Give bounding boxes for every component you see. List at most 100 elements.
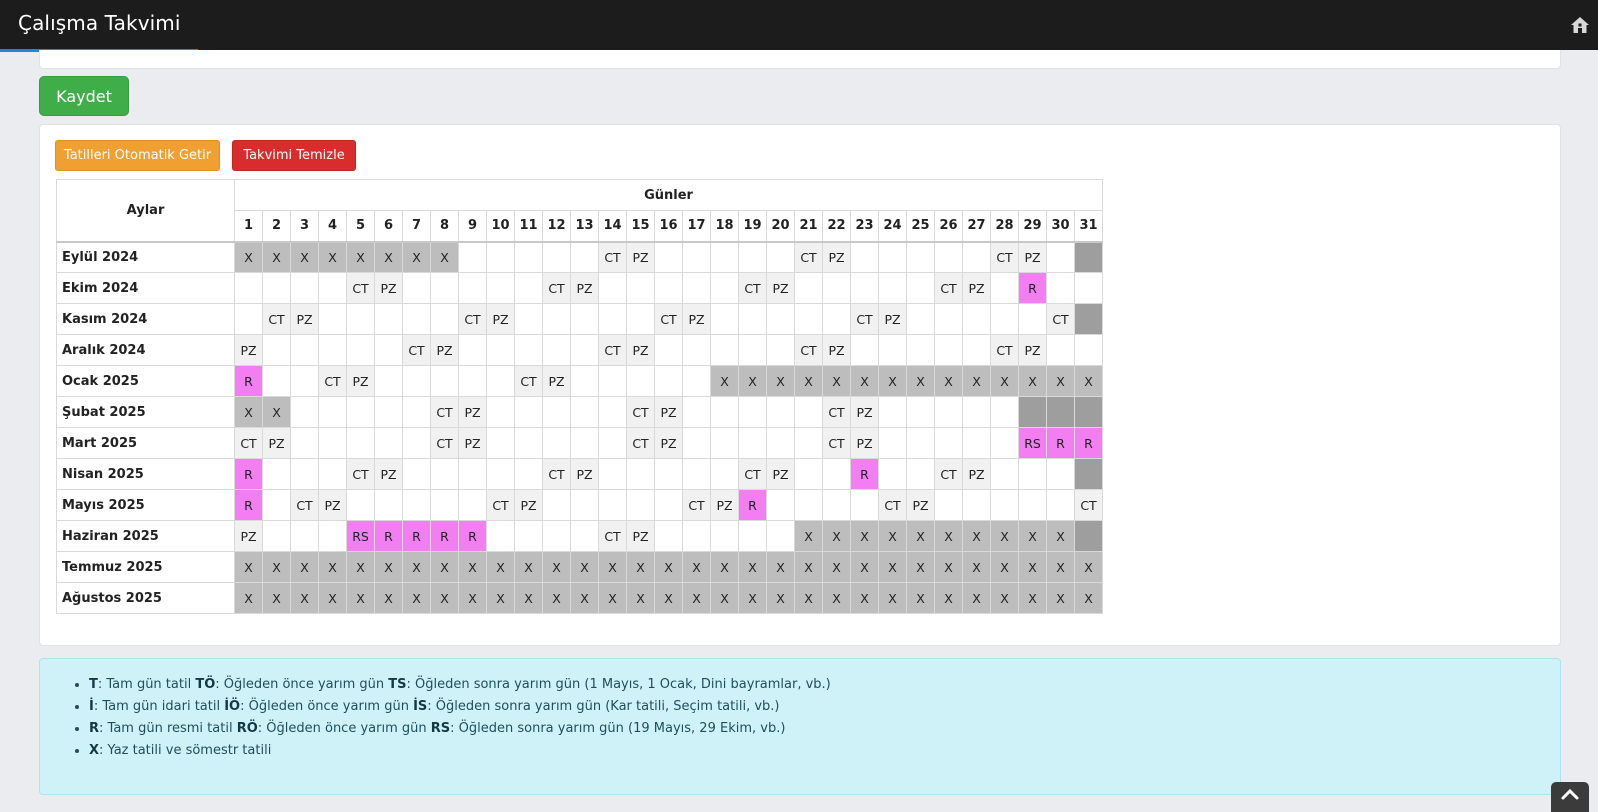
day-cell[interactable] — [878, 334, 907, 366]
day-cell[interactable] — [682, 272, 711, 304]
day-cell[interactable] — [710, 458, 739, 490]
day-cell[interactable] — [1046, 334, 1075, 366]
day-cell[interactable]: PZ — [962, 272, 991, 304]
day-cell[interactable]: CT — [514, 365, 543, 397]
day-cell[interactable] — [514, 303, 543, 335]
day-cell[interactable] — [794, 458, 823, 490]
day-cell[interactable]: X — [626, 582, 655, 614]
day-cell[interactable] — [654, 458, 683, 490]
day-cell[interactable]: X — [906, 551, 935, 583]
day-cell[interactable] — [766, 334, 795, 366]
day-cell[interactable]: PZ — [430, 334, 459, 366]
day-cell[interactable] — [514, 240, 543, 273]
day-cell[interactable] — [738, 334, 767, 366]
day-cell[interactable]: X — [1018, 520, 1047, 552]
day-cell[interactable]: CT — [542, 272, 571, 304]
day-cell[interactable]: X — [346, 240, 375, 273]
day-cell[interactable]: X — [822, 365, 851, 397]
day-cell[interactable] — [738, 427, 767, 459]
day-cell[interactable]: CT — [822, 427, 851, 459]
day-cell[interactable] — [430, 272, 459, 304]
day-cell[interactable] — [878, 396, 907, 428]
day-cell[interactable] — [962, 427, 991, 459]
day-cell[interactable]: CT — [1046, 303, 1075, 335]
day-cell[interactable] — [934, 334, 963, 366]
day-cell[interactable] — [906, 334, 935, 366]
day-cell[interactable] — [486, 427, 515, 459]
day-cell[interactable] — [962, 334, 991, 366]
day-cell[interactable]: R — [1046, 427, 1075, 459]
day-cell[interactable] — [906, 396, 935, 428]
day-cell[interactable] — [458, 272, 487, 304]
day-cell[interactable]: X — [346, 582, 375, 614]
day-cell[interactable] — [1046, 272, 1075, 304]
day-cell[interactable] — [262, 334, 291, 366]
day-cell[interactable]: PZ — [850, 396, 879, 428]
day-cell[interactable] — [794, 427, 823, 459]
day-cell[interactable] — [962, 489, 991, 521]
day-cell[interactable]: X — [934, 520, 963, 552]
day-cell[interactable]: X — [990, 551, 1019, 583]
day-cell[interactable] — [962, 303, 991, 335]
day-cell[interactable] — [570, 489, 599, 521]
day-cell[interactable]: X — [794, 551, 823, 583]
day-cell[interactable]: X — [794, 582, 823, 614]
day-cell[interactable] — [990, 489, 1019, 521]
day-cell[interactable]: X — [542, 551, 571, 583]
day-cell[interactable] — [598, 458, 627, 490]
day-cell[interactable] — [570, 365, 599, 397]
day-cell[interactable] — [710, 272, 739, 304]
day-cell[interactable]: X — [234, 551, 263, 583]
day-cell[interactable] — [906, 240, 935, 273]
day-cell[interactable]: X — [710, 582, 739, 614]
day-cell[interactable]: X — [262, 551, 291, 583]
day-cell[interactable] — [458, 458, 487, 490]
day-cell[interactable] — [262, 489, 291, 521]
day-cell[interactable]: X — [962, 365, 991, 397]
day-cell[interactable]: PZ — [458, 396, 487, 428]
day-cell[interactable]: X — [458, 582, 487, 614]
day-cell[interactable]: PZ — [878, 303, 907, 335]
day-cell[interactable] — [654, 520, 683, 552]
day-cell[interactable]: X — [1046, 551, 1075, 583]
day-cell[interactable]: X — [262, 582, 291, 614]
day-cell[interactable]: X — [486, 582, 515, 614]
day-cell[interactable]: X — [990, 582, 1019, 614]
day-cell[interactable] — [822, 303, 851, 335]
day-cell[interactable]: CT — [878, 489, 907, 521]
day-cell[interactable] — [990, 272, 1019, 304]
day-cell[interactable] — [486, 334, 515, 366]
day-cell[interactable] — [766, 303, 795, 335]
day-cell[interactable] — [710, 303, 739, 335]
day-cell[interactable]: PZ — [1018, 334, 1047, 366]
day-cell[interactable] — [1074, 334, 1103, 366]
day-cell[interactable]: PZ — [766, 272, 795, 304]
day-cell[interactable]: X — [878, 365, 907, 397]
day-cell[interactable] — [290, 272, 319, 304]
day-cell[interactable] — [598, 489, 627, 521]
day-cell[interactable]: X — [570, 582, 599, 614]
day-cell[interactable] — [654, 240, 683, 273]
day-cell[interactable]: PZ — [822, 240, 851, 273]
day-cell[interactable] — [430, 365, 459, 397]
day-cell[interactable] — [962, 396, 991, 428]
day-cell[interactable]: X — [458, 551, 487, 583]
day-cell[interactable] — [430, 303, 459, 335]
day-cell[interactable]: PZ — [262, 427, 291, 459]
auto-holidays-button[interactable]: Tatilleri Otomatik Getir — [55, 140, 220, 171]
day-cell[interactable]: R — [234, 365, 263, 397]
day-cell[interactable]: X — [822, 582, 851, 614]
day-cell[interactable] — [906, 458, 935, 490]
day-cell[interactable] — [822, 489, 851, 521]
day-cell[interactable]: X — [290, 582, 319, 614]
day-cell[interactable] — [598, 365, 627, 397]
day-cell[interactable]: PZ — [1018, 240, 1047, 273]
day-cell[interactable]: PZ — [290, 303, 319, 335]
day-cell[interactable]: R — [374, 520, 403, 552]
day-cell[interactable]: CT — [822, 396, 851, 428]
day-cell[interactable]: CT — [738, 458, 767, 490]
day-cell[interactable] — [766, 520, 795, 552]
day-cell[interactable]: CT — [486, 489, 515, 521]
day-cell[interactable] — [878, 272, 907, 304]
day-cell[interactable] — [934, 396, 963, 428]
